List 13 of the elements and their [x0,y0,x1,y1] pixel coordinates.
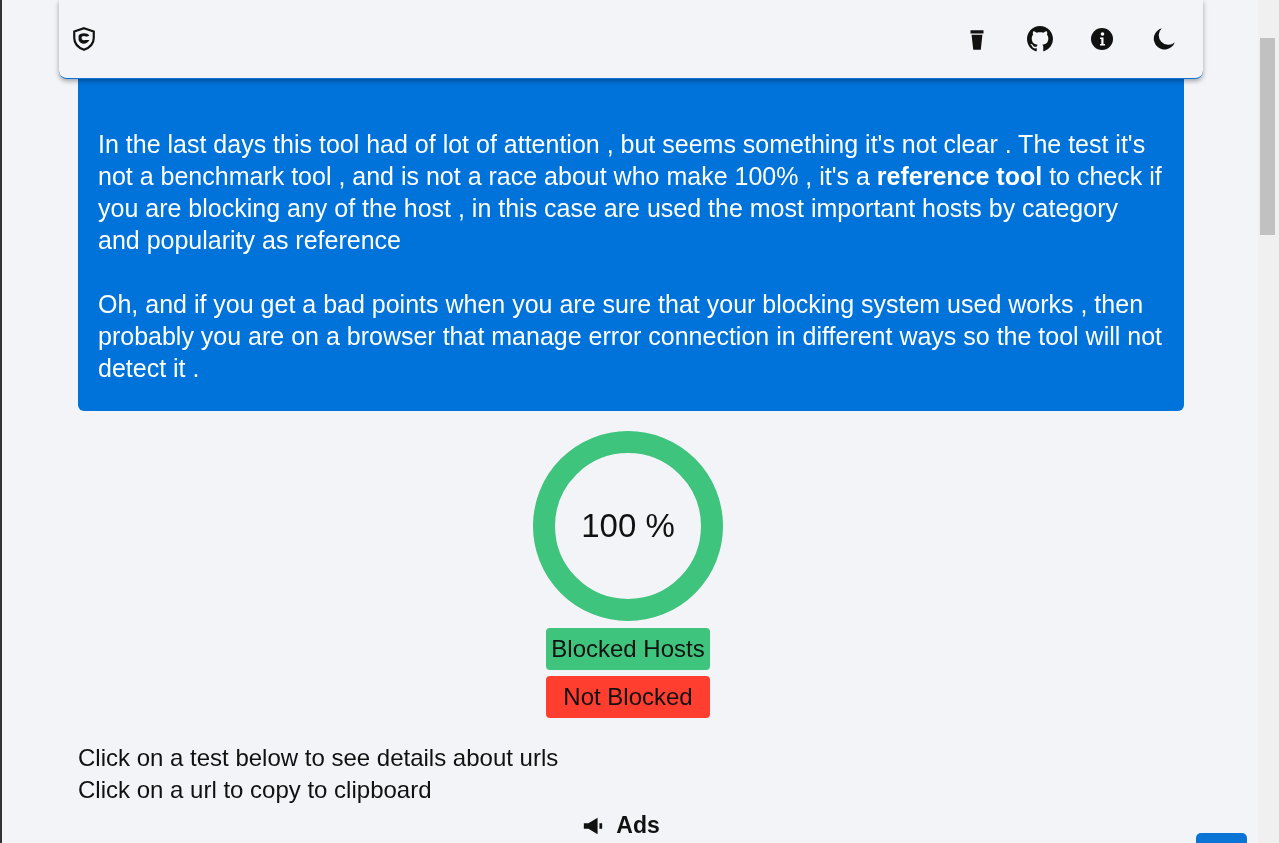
shield-logo-icon[interactable] [71,26,97,52]
ads-heading: Ads [616,812,660,839]
github-icon[interactable] [1027,26,1053,52]
dark-mode-icon[interactable] [1151,26,1177,52]
score-percentage: 100 % [581,507,675,545]
notice-paragraph: In the last days this tool had of lot of attention , but seems something it's not clear . The test it's not a benchmark tool , and is not a race about who make 100% , it's a reference tool to check if you are blocking any of the host , in this case are used the most important hosts by category and popularity as reference [98,129,1163,256]
notice-paragraph: Oh, and if you get a bad points when you are sure that your blocking system used works , then probably you are on a browser that manage error connection in different ways so the tool will not detect it . [98,289,1164,384]
legend-label: Blocked Hosts [546,628,710,670]
legend-label: Not Blocked [546,676,710,718]
info-icon[interactable] [1090,27,1114,51]
instruction-text: Click on a test below to see details about urls [78,743,560,773]
instruction-text: Click on a url to copy to clipboard [78,775,433,805]
scrollbar[interactable] [1258,0,1279,843]
